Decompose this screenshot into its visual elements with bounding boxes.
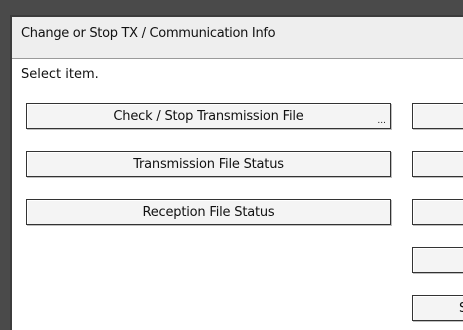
title-bar: Change or Stop TX / Communication Info <box>12 17 463 59</box>
check-stop-transmission-file-button[interactable]: Check / Stop Transmission File ... <box>26 103 391 129</box>
button-label: Transmission File Status <box>133 157 284 172</box>
right-button-4[interactable] <box>412 247 463 273</box>
dialog-title: Change or Stop TX / Communication Info <box>21 26 276 41</box>
instruction-text: Select item. <box>21 67 99 82</box>
right-button-2[interactable] <box>412 151 463 177</box>
button-label: Check / Stop Transmission File <box>113 109 304 124</box>
right-button-5[interactable]: St <box>412 295 463 321</box>
dialog-panel: Change or Stop TX / Communication Info S… <box>10 15 463 330</box>
right-button-3[interactable] <box>412 199 463 225</box>
transmission-file-status-button[interactable]: Transmission File Status <box>26 151 391 177</box>
reception-file-status-button[interactable]: Reception File Status <box>26 199 391 225</box>
right-button-1[interactable] <box>412 103 463 129</box>
device-screen-frame: Change or Stop TX / Communication Info S… <box>0 0 463 330</box>
button-label: St <box>459 301 463 316</box>
button-label: Reception File Status <box>142 205 275 220</box>
more-indicator-icon: ... <box>377 116 386 126</box>
